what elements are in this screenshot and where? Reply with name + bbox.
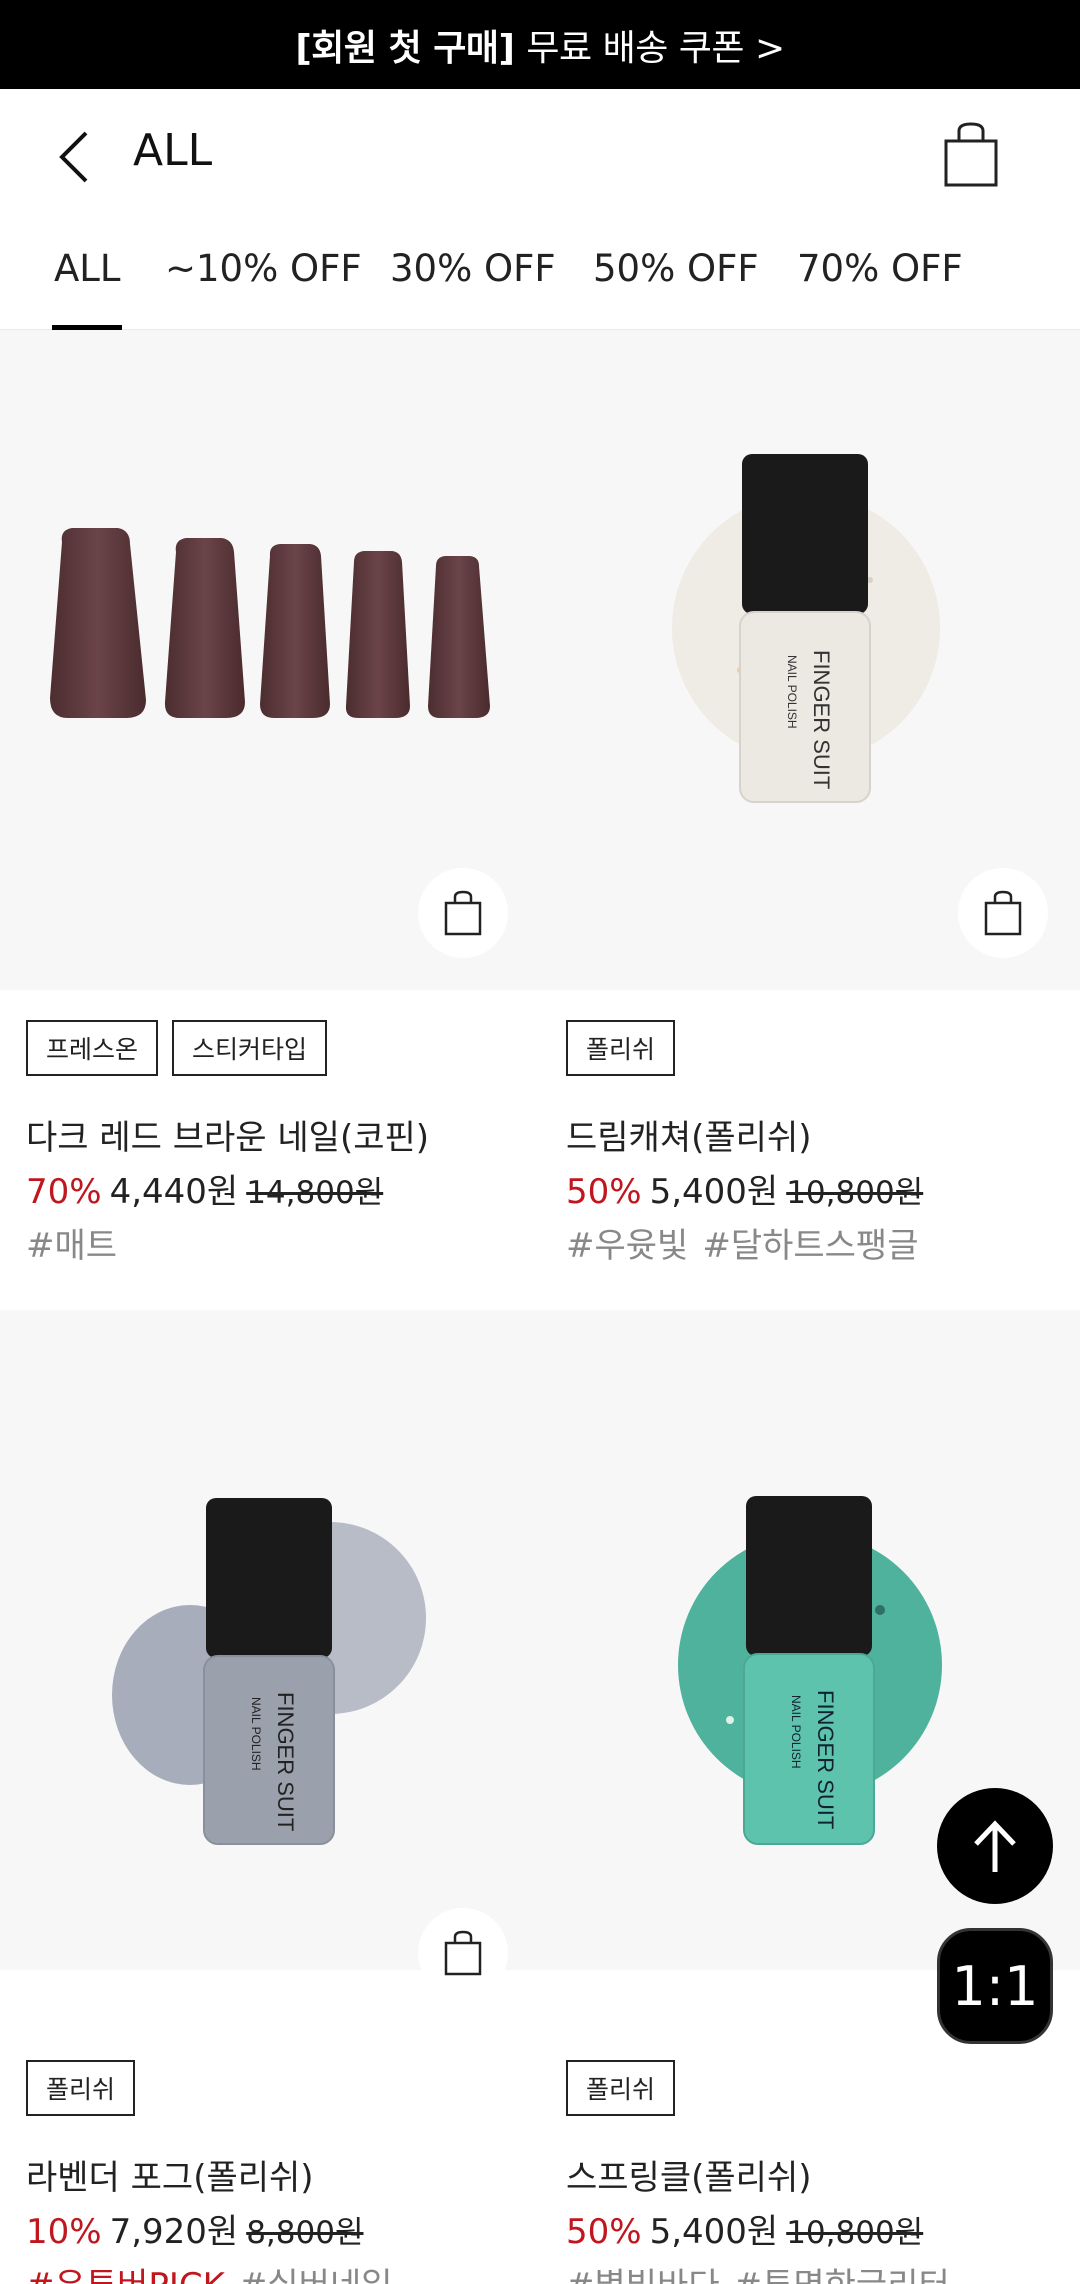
product-tag: 폴리쉬 [566, 1020, 676, 1076]
product-info: 프레스온 스티커타입 다크 레드 브라운 네일(코핀) 70% 4,440원 14,… [0, 990, 540, 1320]
product-price: 70% 4,440원 14,800원 [26, 1164, 383, 1213]
product-hashtags: #별빛바다 #투명한글리터 [566, 2258, 964, 2284]
chevron-left-icon [59, 131, 88, 183]
cart-button[interactable] [942, 121, 1000, 187]
product-name[interactable]: 라벤더 포그(폴리쉬) [26, 2150, 314, 2199]
product-hashtags: #우윳빛 #달하트스팽글 [566, 1218, 933, 1267]
hashtag: #실버네일 [239, 2266, 393, 2284]
nail-polish-bottle-image: FINGER SUIT NAIL POLISH [112, 1498, 426, 1845]
hashtag: #우윳빛 [566, 1226, 689, 1266]
product-info: 폴리쉬 드림캐쳐(폴리쉬) 50% 5,400원 10,800원 #우윳빛 #달하트스… [540, 990, 1080, 1320]
header: ALL [0, 89, 1080, 219]
product-hashtags: #매트 [26, 1218, 131, 1267]
shopping-bag-icon [444, 1930, 482, 1976]
tab-50-off[interactable]: 50% OFF [593, 247, 759, 290]
product-card[interactable]: FINGER SUIT NAIL POLISH 폴리쉬 드림캐쳐(폴리쉬) 50… [540, 330, 1080, 1320]
hashtag: #유튜버PICK [26, 2266, 225, 2284]
promo-text: 무료 배송 쿠폰 > [526, 27, 785, 69]
scroll-top-button[interactable] [937, 1788, 1053, 1904]
product-image[interactable]: FINGER SUIT NAIL POLISH [0, 1310, 540, 1998]
original-price: 8,800원 [246, 2215, 364, 2251]
product-info: 폴리쉬 라벤더 포그(폴리쉬) 10%7,920원8,800원 #유튜버PICK… [0, 2030, 540, 2284]
product-tag: 폴리쉬 [566, 2060, 676, 2116]
bottle-brand-text: FINGER SUIT [813, 1690, 838, 1829]
hashtag: #투명한글리터 [734, 2266, 950, 2284]
tab-70-off[interactable]: 70% OFF [797, 247, 963, 290]
product-price: 50% 5,400원 10,800원 [566, 1164, 923, 1213]
product-tag: 폴리쉬 [26, 2060, 136, 2116]
bottle-brand-text: FINGER SUIT [273, 1692, 298, 1831]
arrow-up-icon [974, 1820, 1016, 1872]
hashtag: #별빛바다 [566, 2266, 720, 2284]
tab-30-off[interactable]: 30% OFF [390, 247, 556, 290]
discount-tabs: ALL ~10% OFF 30% OFF 50% OFF 70% OFF [0, 219, 1080, 331]
shopping-bag-icon [944, 122, 998, 187]
original-price: 14,800원 [246, 1175, 384, 1211]
product-name[interactable]: 드림캐쳐(폴리쉬) [566, 1110, 812, 1159]
tab-all[interactable]: ALL [54, 247, 121, 290]
discount-rate: 50% [566, 2212, 642, 2252]
sale-price: 5,400원 [649, 2212, 779, 2252]
sale-price: 4,440원 [109, 1172, 239, 1212]
product-card[interactable]: 프레스온 스티커타입 다크 레드 브라운 네일(코핀) 70% 4,440원 14,… [0, 330, 540, 1320]
tab-10-off[interactable]: ~10% OFF [165, 247, 362, 290]
page-title: ALL [133, 125, 213, 176]
add-to-cart-button[interactable] [958, 868, 1048, 958]
product-image[interactable] [0, 330, 540, 990]
bottle-sub-text: NAIL POLISH [789, 1695, 803, 1769]
original-price: 10,800원 [786, 2215, 924, 2251]
product-price: 50% 5,400원 10,800원 [566, 2204, 923, 2253]
hashtag: #매트 [26, 1226, 118, 1266]
product-tag: 스티커타입 [172, 1020, 328, 1076]
product-card[interactable]: FINGER SUIT NAIL POLISH 폴리쉬 라벤더 포그(폴리쉬) … [0, 1310, 540, 2284]
discount-rate: 10% [26, 2212, 102, 2252]
product-tag: 프레스온 [26, 1020, 159, 1076]
shopping-bag-icon [444, 890, 482, 936]
discount-rate: 70% [26, 1172, 102, 1212]
product-image[interactable]: FINGER SUIT NAIL POLISH [540, 330, 1080, 990]
back-button[interactable] [50, 127, 100, 187]
bottle-brand-text: FINGER SUIT [809, 650, 834, 789]
product-price: 10% 7,920원 8,800원 [26, 2204, 363, 2253]
add-to-cart-button[interactable] [418, 868, 508, 958]
promo-highlight: [회원 첫 구매] [295, 27, 515, 69]
sale-price: 7,920원 [109, 2212, 239, 2252]
bottle-sub-text: NAIL POLISH [249, 1697, 263, 1771]
promo-banner[interactable]: [회원 첫 구매] 무료 배송 쿠폰 > [0, 0, 1080, 89]
shopping-bag-icon [984, 890, 1022, 936]
original-price: 10,800원 [786, 1175, 924, 1211]
bottle-sub-text: NAIL POLISH [785, 655, 799, 729]
discount-rate: 50% [566, 1172, 642, 1212]
sale-price: 5,400원 [649, 1172, 779, 1212]
product-hashtags: #유튜버PICK #실버네일 [26, 2258, 407, 2284]
hashtag: #달하트스팽글 [702, 1226, 919, 1266]
product-info: 폴리쉬 스프링클(폴리쉬) 50%5,400원10,800원 #별빛바다 #투명한… [540, 2030, 1080, 2284]
product-name[interactable]: 스프링클(폴리쉬) [566, 2150, 812, 2199]
chat-button[interactable]: 1:1 [937, 1928, 1053, 2044]
add-to-cart-button[interactable] [418, 1908, 508, 1998]
product-name[interactable]: 다크 레드 브라운 네일(코핀) [26, 1110, 429, 1159]
